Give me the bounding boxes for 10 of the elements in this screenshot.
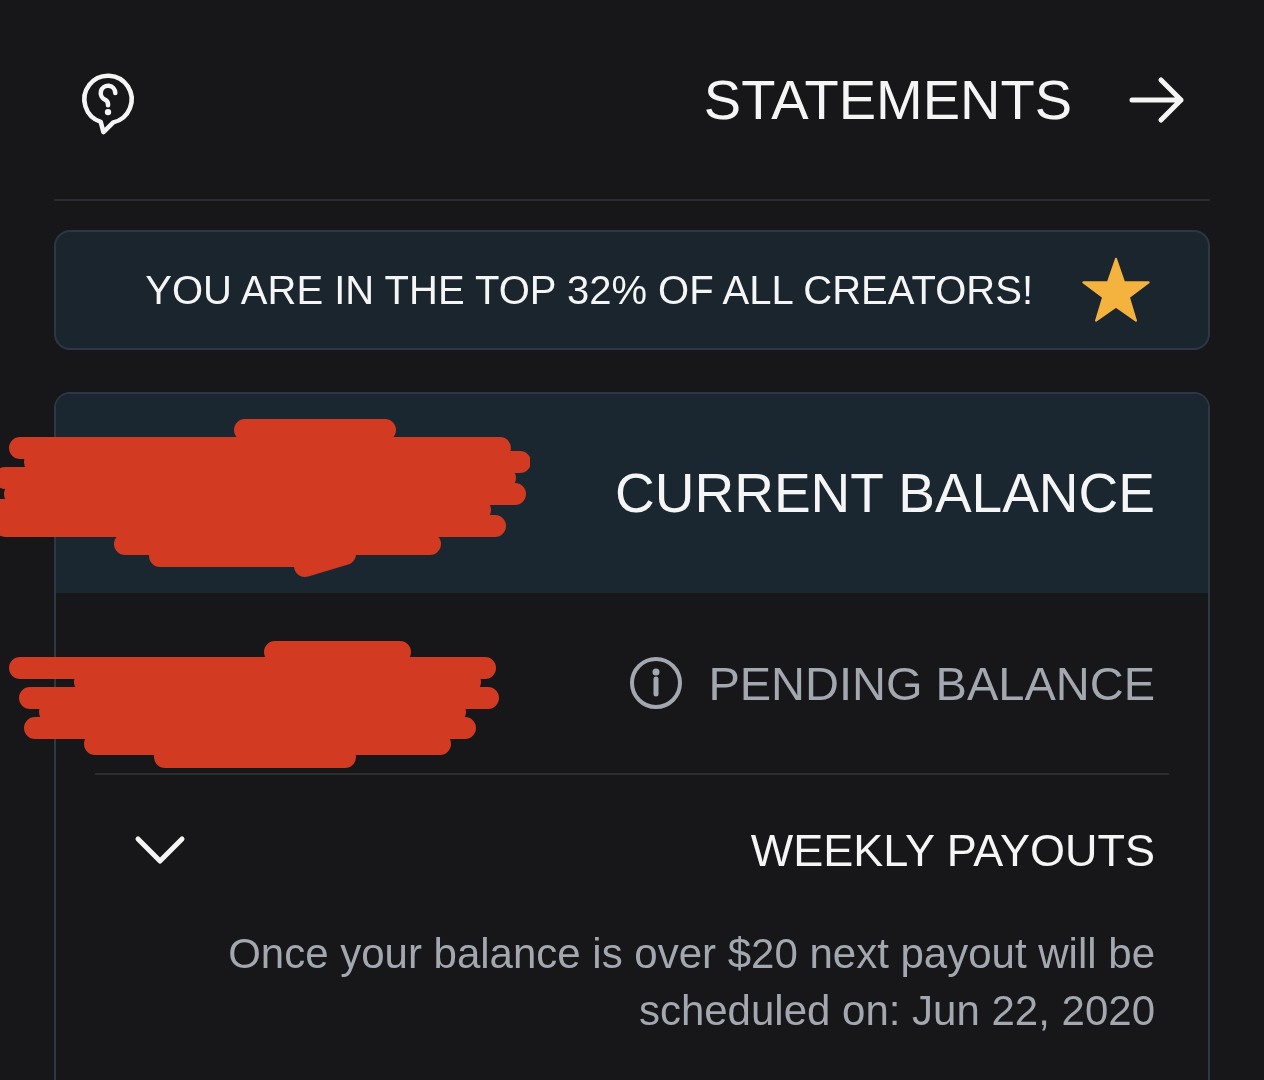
star-icon: [1082, 257, 1150, 323]
statements-title: STATEMENTS: [703, 71, 1072, 128]
info-icon[interactable]: [629, 656, 684, 710]
arrow-icon[interactable]: [1129, 75, 1185, 124]
banner-text: YOU ARE IN THE TOP 32% OF ALL CREATORS!: [145, 270, 1033, 310]
payout-description: Once your balance is over $20 next payout will be scheduled on: Jun 22, 2020: [227, 929, 1155, 1036]
balance-label: PENDING BALANCE: [708, 659, 1155, 707]
weekly-payouts-title: WEEKLY PAYOUTS: [750, 827, 1155, 873]
balance-label: CURRENT BALANCE: [615, 466, 1155, 521]
chevron-down-icon[interactable]: [134, 835, 186, 865]
